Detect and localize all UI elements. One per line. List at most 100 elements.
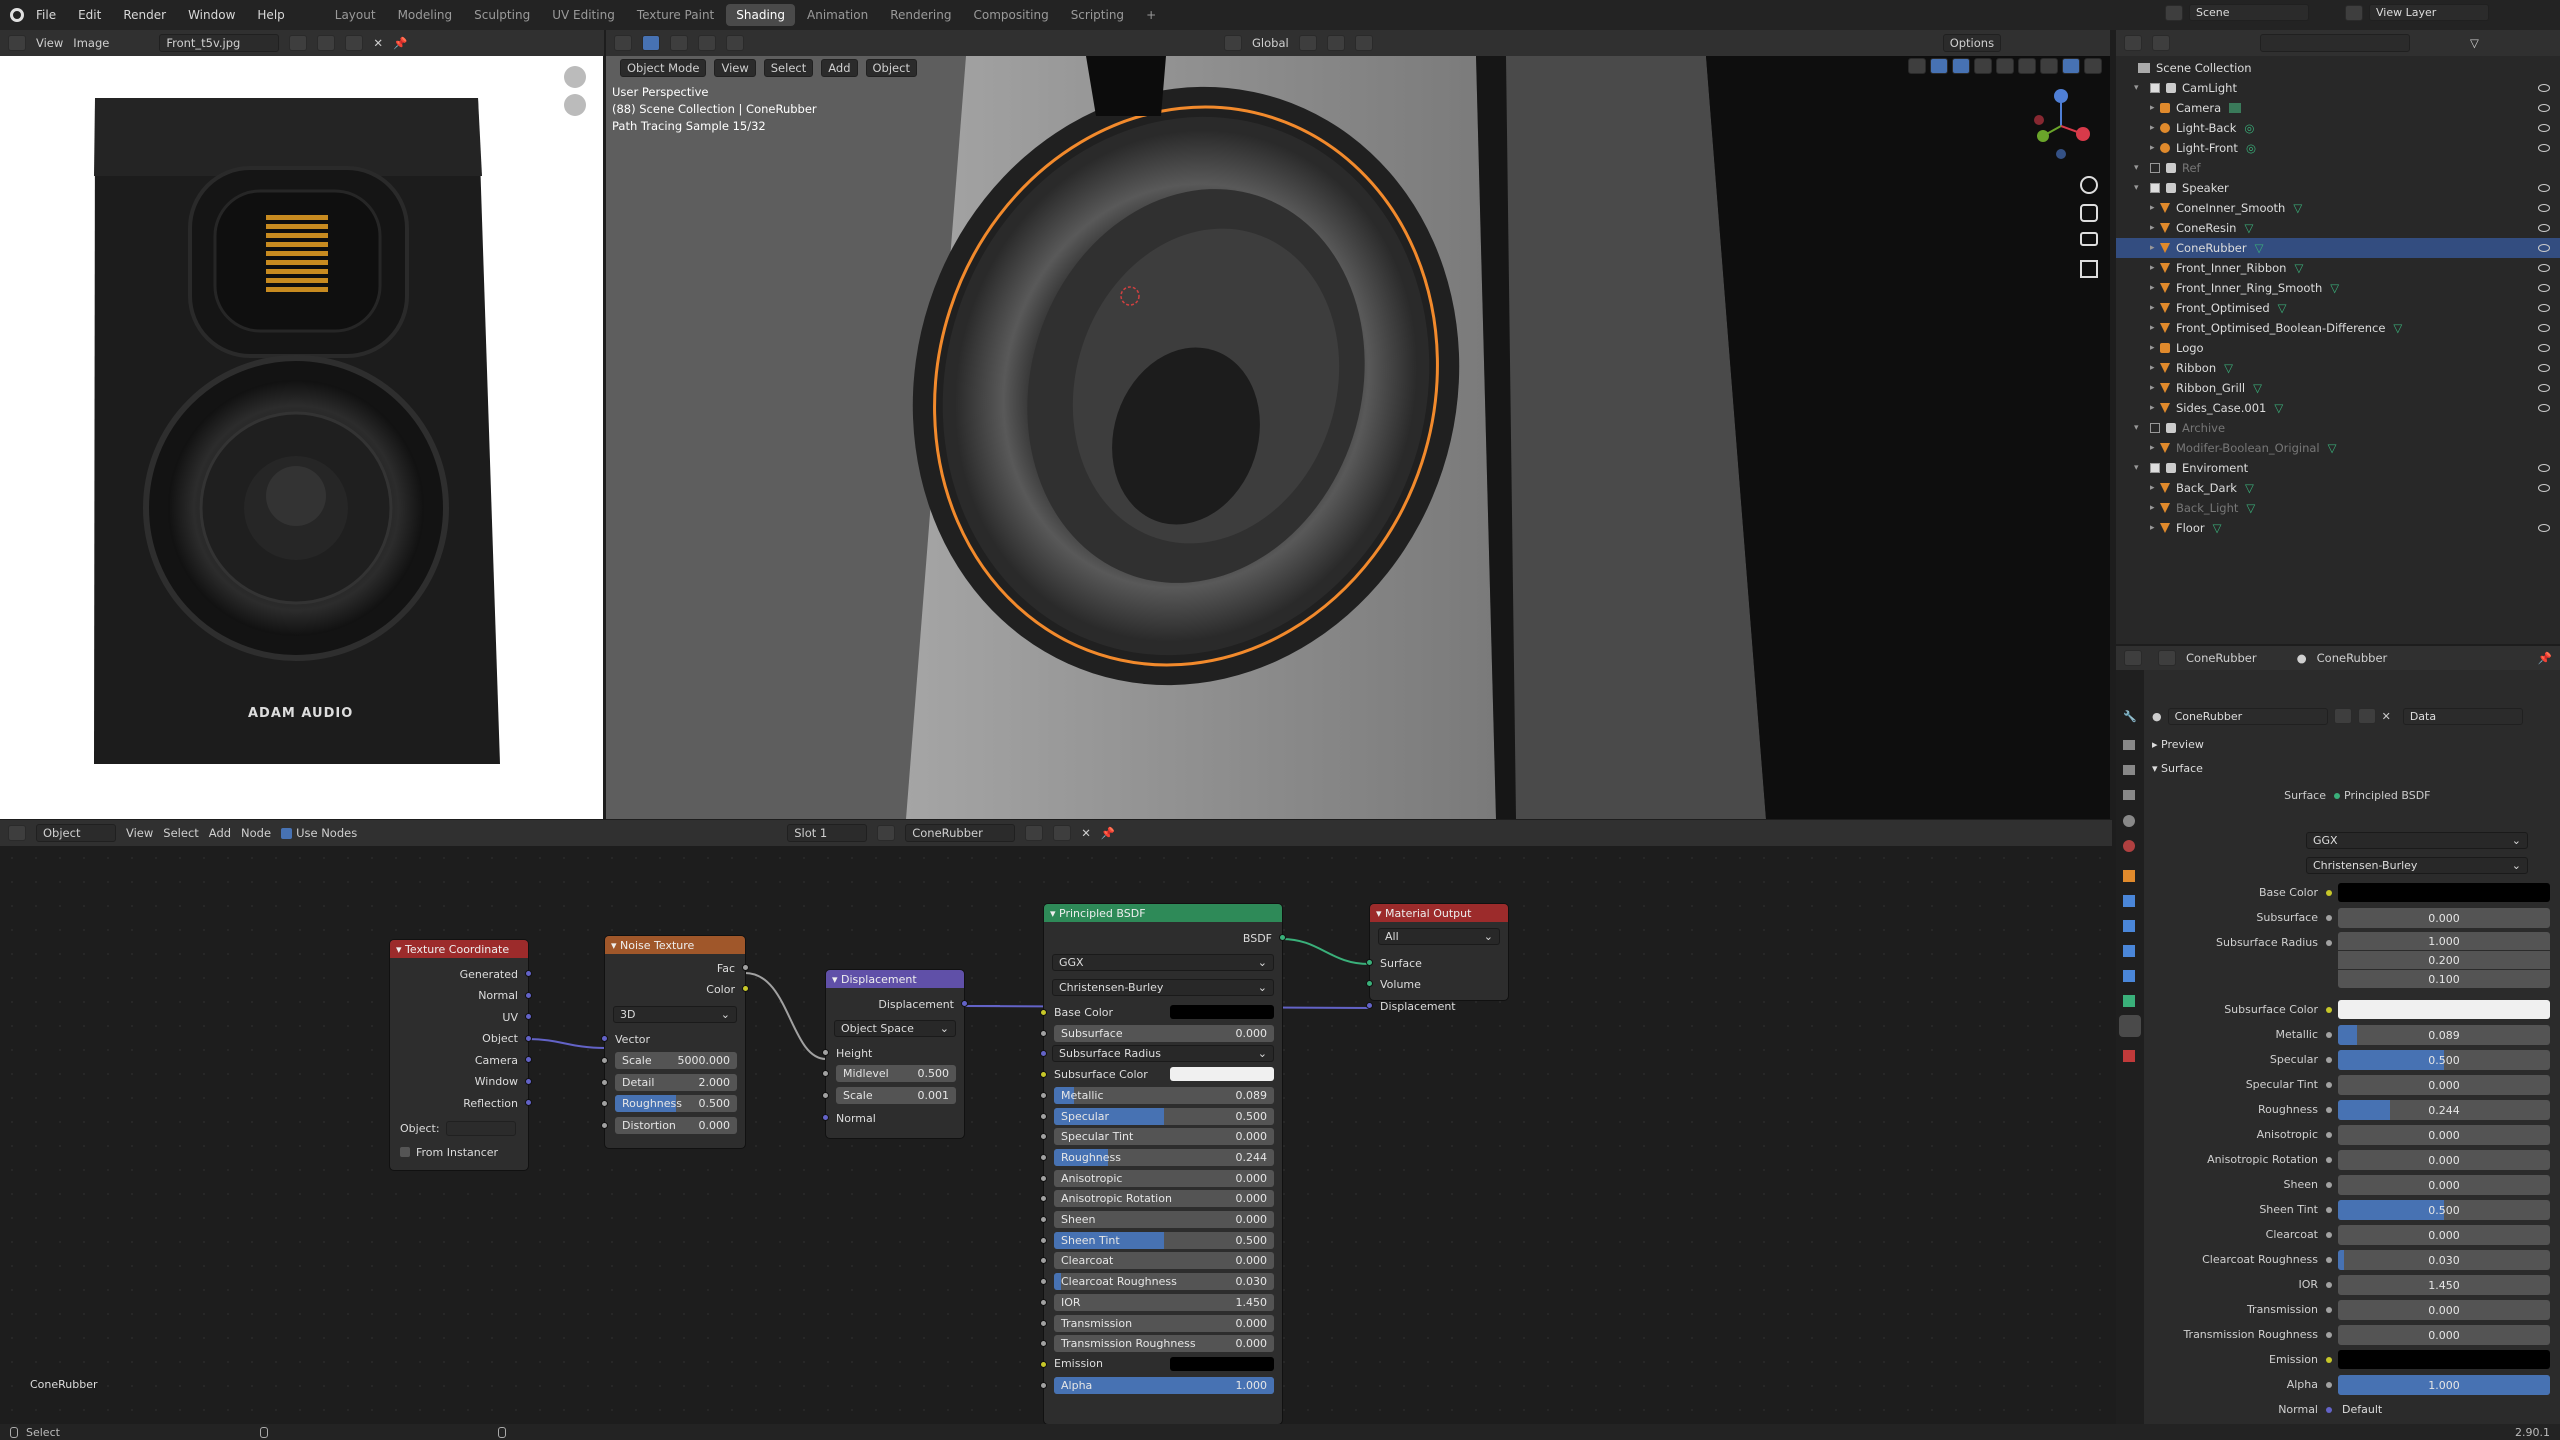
normal-value[interactable]: Default	[2342, 1403, 2382, 1416]
workspace-tab--[interactable]: +	[1136, 4, 1166, 26]
bsdf-subsurface-method-dropdown[interactable]: Christensen-Burley ⌄	[1052, 979, 1274, 996]
bsdf-input-slider[interactable]: Roughness 0.244	[1054, 1148, 1274, 1166]
workspace-tab-uv-editing[interactable]: UV Editing	[542, 4, 625, 26]
expand-chevron-icon[interactable]: ▾	[2134, 83, 2144, 93]
input-socket[interactable]	[1040, 1257, 1047, 1265]
expand-arrow-icon[interactable]: ▸	[2150, 223, 2160, 233]
expand-chevron-icon[interactable]: ▾	[2134, 163, 2144, 173]
input-socket[interactable]	[1040, 1319, 1047, 1327]
select-tool-icon[interactable]	[642, 35, 660, 51]
expand-chevron-icon[interactable]: ▾	[2134, 183, 2144, 193]
property-slider[interactable]: 1.000	[2338, 1375, 2550, 1395]
visibility-eye-icon[interactable]	[2538, 304, 2550, 312]
outliner-row[interactable]: ▸ Ribbon_Grill ▽	[2116, 378, 2560, 398]
property-slider[interactable]: 0.030	[2338, 1250, 2550, 1270]
property-slider[interactable]: 0.000	[2338, 1075, 2550, 1095]
outliner-row[interactable]: ▾ Speaker	[2116, 178, 2560, 198]
property-slider[interactable]: 0.000	[2338, 1125, 2550, 1145]
input-socket[interactable]	[1040, 1298, 1047, 1306]
visibility-eye-icon[interactable]	[2538, 244, 2550, 252]
visibility-eye-icon[interactable]	[2538, 184, 2550, 192]
checkbox-icon[interactable]	[2150, 423, 2160, 433]
bsdf-input-slider[interactable]: Subsurface 0.000	[1054, 1024, 1274, 1042]
pivot-icon[interactable]	[1298, 35, 1317, 51]
pause-icon[interactable]	[2084, 58, 2102, 74]
image-canvas[interactable]: ADAM AUDIO	[0, 56, 603, 819]
bsdf-input-slider[interactable]: Sheen Tint 0.500	[1054, 1231, 1274, 1249]
visibility-eye-icon[interactable]	[2538, 484, 2550, 492]
view-layer-field[interactable]: View Layer	[2369, 4, 2489, 21]
visibility-eye-icon[interactable]	[2538, 84, 2550, 92]
input-socket[interactable]	[1366, 1002, 1373, 1009]
input-socket[interactable]	[822, 1114, 829, 1121]
input-socket[interactable]	[1040, 1050, 1047, 1058]
outliner-row[interactable]: ▸ Floor ▽	[2116, 518, 2560, 538]
output-socket[interactable]	[525, 1034, 532, 1042]
shield-icon[interactable]	[2333, 708, 2352, 724]
displacement-scale-slider[interactable]: Scale 0.001	[836, 1087, 956, 1104]
expand-arrow-icon[interactable]: ▸	[2150, 503, 2160, 513]
filter-icon[interactable]: ▽	[2470, 36, 2479, 50]
from-instancer-row[interactable]: From Instancer	[390, 1144, 528, 1160]
visibility-eye-icon[interactable]	[2538, 124, 2550, 132]
visibility-eye-icon[interactable]	[2538, 464, 2550, 472]
midlevel-slider[interactable]: Midlevel 0.500	[836, 1065, 956, 1082]
input-socket[interactable]	[1040, 1153, 1047, 1161]
expand-arrow-icon[interactable]: ▸	[2150, 383, 2160, 393]
workspace-tab-rendering[interactable]: Rendering	[880, 4, 961, 26]
visibility-eye-icon[interactable]	[2538, 364, 2550, 372]
property-slider[interactable]: 1.450	[2338, 1275, 2550, 1295]
workspace-tab-modeling[interactable]: Modeling	[388, 4, 463, 26]
texture-coordinate-node[interactable]: ▾ Texture Coordinate Generated Normal UV Ob…	[390, 940, 532, 1170]
constraints-tab-icon[interactable]	[2123, 970, 2135, 982]
visibility-eye-icon[interactable]	[2538, 344, 2550, 352]
vector-component-field[interactable]: 0.200	[2338, 951, 2550, 969]
proportional-edit-icon[interactable]	[1354, 35, 1373, 51]
workspace-tab-texture-paint[interactable]: Texture Paint	[627, 4, 724, 26]
input-socket[interactable]	[1040, 1091, 1047, 1099]
hand-icon[interactable]	[2080, 204, 2098, 222]
data-tab-icon[interactable]	[2123, 995, 2135, 1007]
outliner-row[interactable]: ▸ Sides_Case.001 ▽	[2116, 398, 2560, 418]
viewport-menu-view[interactable]: View	[714, 59, 756, 77]
bsdf-input-slider[interactable]: IOR 1.450	[1054, 1293, 1274, 1311]
scene-collection-row[interactable]: Scene Collection	[2116, 58, 2560, 78]
workspace-tab-animation[interactable]: Animation	[797, 4, 878, 26]
color-swatch[interactable]	[1170, 1356, 1274, 1371]
editor-type-icon[interactable]	[8, 825, 26, 841]
expand-chevron-icon[interactable]: ▾	[2134, 423, 2144, 433]
workspace-tab-scripting[interactable]: Scripting	[1061, 4, 1134, 26]
outliner-row[interactable]: ▸ Back_Dark ▽	[2116, 478, 2560, 498]
checkbox-icon[interactable]	[2150, 463, 2160, 473]
duplicate-icon[interactable]	[2357, 708, 2376, 724]
expand-arrow-icon[interactable]: ▸	[2150, 243, 2160, 253]
viewport-menu-object[interactable]: Object	[865, 59, 917, 77]
workspace-tab-sculpting[interactable]: Sculpting	[464, 4, 540, 26]
scene-icon[interactable]	[2165, 4, 2183, 21]
select-box-icon[interactable]	[670, 35, 688, 51]
property-slider[interactable]: 0.500	[2338, 1050, 2550, 1070]
solid-shading-icon[interactable]	[2018, 58, 2036, 74]
input-socket[interactable]	[1040, 1112, 1047, 1120]
visibility-eye-icon[interactable]	[2538, 524, 2550, 532]
bsdf-input-slider[interactable]: Anisotropic Rotation 0.000	[1054, 1190, 1274, 1208]
duplicate-icon[interactable]	[1053, 825, 1072, 841]
blender-logo-icon[interactable]	[10, 8, 24, 22]
property-slider[interactable]: 0.000	[2338, 1300, 2550, 1320]
displacement-space-dropdown[interactable]: Object Space ⌄	[834, 1020, 956, 1037]
editor-type-icon[interactable]	[614, 35, 632, 51]
menu-file[interactable]: File	[36, 8, 56, 22]
color-swatch[interactable]	[2338, 1350, 2550, 1369]
output-socket[interactable]	[525, 1099, 532, 1106]
snap-icon[interactable]	[1326, 35, 1345, 51]
input-socket[interactable]	[1040, 1381, 1047, 1389]
gizmo-icon[interactable]	[1930, 58, 1948, 74]
image-filename-field[interactable]: Front_t5v.jpg	[159, 34, 280, 52]
shader-type-dropdown[interactable]: Object	[36, 824, 116, 842]
noise-input-slider[interactable]: Roughness 0.500	[615, 1095, 737, 1112]
outliner-row[interactable]: ▾ Enviroment	[2116, 458, 2560, 478]
outliner-row[interactable]: ▸ Front_Optimised ▽	[2116, 298, 2560, 318]
close-icon[interactable]: ✕	[2382, 710, 2391, 723]
input-socket[interactable]	[822, 1049, 829, 1056]
visibility-eye-icon[interactable]	[2538, 384, 2550, 392]
